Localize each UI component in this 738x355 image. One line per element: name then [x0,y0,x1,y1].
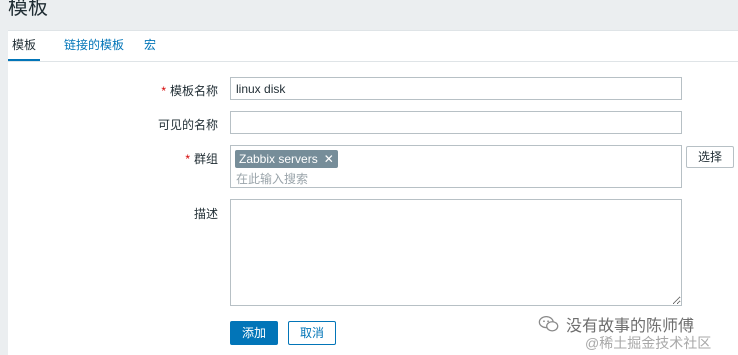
description-label-text: 描述 [193,207,218,221]
visible-name-label-text: 可见的名称 [157,118,218,132]
visible-name-label: 可见的名称 [8,116,218,133]
tab-linked-templates[interactable]: 链接的模板 [64,31,124,60]
groups-label-text: 群组 [193,152,218,166]
required-mark: * [161,84,166,98]
description-label: 描述 [8,205,218,222]
template-name-label-text: 模板名称 [169,84,218,98]
template-form-panel: 模板 链接的模板 宏 *模板名称 可见的名称 *群组 Zabbix server… [8,30,738,355]
template-name-input[interactable] [230,77,682,100]
tab-macros[interactable]: 宏 [144,31,156,60]
close-icon[interactable]: ✕ [324,150,334,168]
visible-name-input[interactable] [230,111,682,134]
tab-template[interactable]: 模板 [8,31,41,61]
group-chip-label: Zabbix servers [239,152,318,166]
template-name-label: * 模板名称 [8,82,218,99]
groups-search-placeholder[interactable]: 在此输入搜索 [236,170,308,187]
description-textarea[interactable] [230,199,682,306]
page-title: 模板 [8,0,48,19]
cancel-button[interactable]: 取消 [288,321,336,345]
groups-multiselect[interactable]: Zabbix servers ✕ 在此输入搜索 [230,145,682,188]
select-groups-button[interactable]: 选择 [686,146,734,168]
group-chip: Zabbix servers ✕ [235,150,338,168]
wechat-icon [538,316,559,332]
required-mark: * [185,152,190,166]
tab-bar: 模板 链接的模板 宏 [8,31,738,62]
watermark-subtext: @稀土掘金技术社区 [585,335,712,351]
add-button[interactable]: 添加 [230,321,278,345]
groups-label: * 群组 [8,150,218,167]
